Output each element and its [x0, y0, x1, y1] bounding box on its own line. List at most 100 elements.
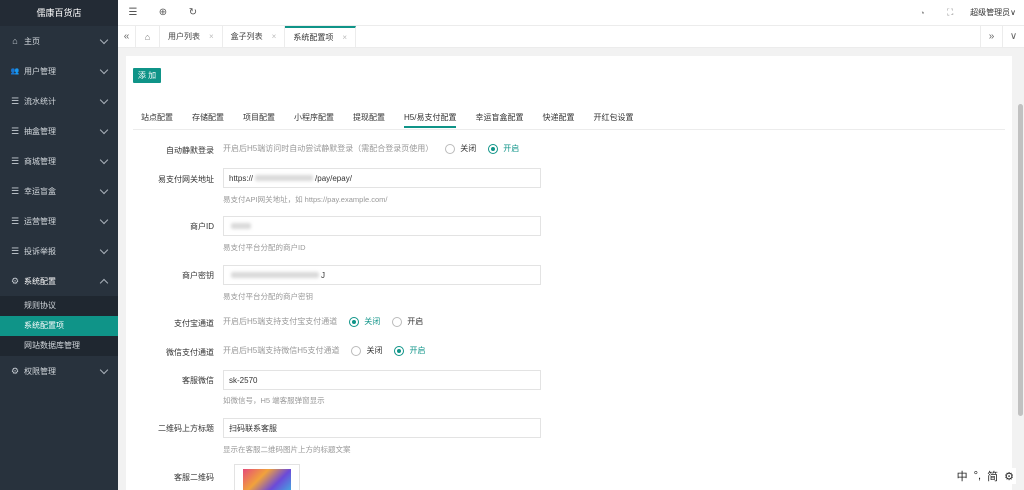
sidebar-item-box-manage[interactable]: ☰ 抽盒管理: [0, 116, 118, 146]
alipay-group: 开启后H5端支持支付宝支付通道 关闭 开启: [223, 316, 423, 327]
ime-punctuation[interactable]: °,: [974, 470, 981, 482]
sidebar-item-home[interactable]: ⌂ 主页: [0, 26, 118, 56]
users-icon: 👥: [10, 68, 20, 75]
radio-label: 关闭: [364, 317, 381, 326]
ime-settings-icon[interactable]: ⚙: [1004, 470, 1014, 483]
top-bar: ☰ ⊕ ↻ ◔ ⛶ 超级管理员∨: [118, 0, 1024, 26]
sidebar-item-system-config[interactable]: ⚙ 系统配置: [0, 266, 118, 296]
tab-box-list[interactable]: 盒子列表 ×: [223, 26, 286, 47]
sidebar-item-operations[interactable]: ☰ 运营管理: [0, 206, 118, 236]
scrollbar-thumb[interactable]: [1018, 104, 1023, 416]
sidebar-item-label: 商城管理: [24, 156, 56, 166]
sidebar-item-lucky-box[interactable]: ☰ 幸运盲盒: [0, 176, 118, 206]
radio-circle: [394, 345, 405, 356]
service-wechat-input[interactable]: sk-2570: [223, 370, 541, 390]
radio-label: 开启: [409, 346, 426, 355]
home-tab-icon[interactable]: ⌂: [136, 26, 160, 47]
sidebar-item-complaints[interactable]: ☰ 投诉举报: [0, 236, 118, 266]
redacted-text: [231, 223, 251, 229]
auto-login-desc: 开启后H5端访问时自动尝试静默登录（需配合登录页使用）: [223, 144, 434, 153]
gateway-hint: 易支付API网关地址，如 https://pay.example.com/: [223, 195, 388, 204]
tabs-scroll-right-icon[interactable]: »: [980, 26, 1002, 47]
user-menu[interactable]: 超级管理员∨: [970, 7, 1016, 18]
add-button[interactable]: 添 加: [133, 68, 161, 83]
close-icon[interactable]: ×: [209, 32, 214, 41]
sidebar-item-label: 投诉举报: [24, 246, 56, 256]
ime-simplified[interactable]: 简: [987, 468, 998, 484]
subtab-h5-epay[interactable]: H5/易支付配置: [404, 108, 457, 128]
list-icon: ☰: [10, 95, 20, 106]
subtab-site[interactable]: 站点配置: [141, 108, 173, 128]
sidebar-item-label: 系统配置: [24, 276, 56, 286]
sidebar-subitem-database[interactable]: 网站数据库管理: [0, 336, 118, 356]
merchant-id-hint: 易支付平台分配的商户ID: [223, 243, 306, 252]
chevron-down-icon: [99, 186, 109, 196]
subtab-project[interactable]: 项目配置: [243, 108, 275, 128]
tabs-dropdown-icon[interactable]: ∨: [1002, 26, 1024, 47]
tab-user-list[interactable]: 用户列表 ×: [160, 26, 223, 47]
qr-code-label: 客服二维码: [174, 473, 214, 482]
sidebar-item-label: 运营管理: [24, 216, 56, 226]
sidebar-item-permissions[interactable]: ⚙ 权限管理: [0, 356, 118, 386]
wechat-pay-off-radio[interactable]: 关闭: [351, 345, 382, 356]
chevron-up-icon: [99, 276, 109, 286]
qr-title-hint: 显示在客服二维码图片上方的标题文案: [223, 445, 351, 454]
radio-circle: [445, 143, 456, 154]
fullscreen-icon[interactable]: ⛶: [936, 7, 964, 18]
globe-icon[interactable]: ⊕: [148, 7, 178, 18]
auto-login-group: 开启后H5端访问时自动尝试静默登录（需配合登录页使用） 关闭 开启: [223, 143, 519, 154]
close-icon[interactable]: ×: [272, 32, 277, 41]
menu-toggle-icon[interactable]: ☰: [118, 7, 148, 18]
chevron-down-icon: [99, 66, 109, 76]
wechat-pay-on-radio[interactable]: 开启: [394, 345, 425, 356]
alipay-label: 支付宝通道: [174, 319, 214, 328]
tabs-spacer: [356, 26, 980, 47]
qr-title-input[interactable]: 扫码联系客服: [223, 418, 541, 438]
sidebar-item-flow-stats[interactable]: ☰ 流水统计: [0, 86, 118, 116]
subtab-lucky-box[interactable]: 幸运盲盒配置: [475, 108, 523, 128]
home-icon: ⌂: [12, 36, 18, 46]
merchant-id-input[interactable]: [223, 216, 541, 236]
brand-title: 儒康百货店: [0, 0, 118, 26]
subtab-express[interactable]: 快递配置: [542, 108, 574, 128]
auto-login-on-radio[interactable]: 开启: [488, 143, 519, 154]
sidebar-item-mall[interactable]: ☰ 商城管理: [0, 146, 118, 176]
chevron-down-icon: [99, 216, 109, 226]
radio-label: 关闭: [460, 144, 477, 153]
subtab-withdraw[interactable]: 提现配置: [353, 108, 385, 128]
wechat-pay-group: 开启后H5端支持微信H5支付通道 关闭 开启: [223, 345, 425, 356]
subtab-storage[interactable]: 存储配置: [192, 108, 224, 128]
chevron-down-icon: [99, 366, 109, 376]
sidebar: 儒康百货店 ⌂ 主页 👥 用户管理 ☰ 流水统计 ☰ 抽盒管理 ☰ 商城管理 ☰…: [0, 0, 118, 490]
sidebar-item-label: 流水统计: [24, 96, 56, 106]
sidebar-subitem-rules[interactable]: 规则协议: [0, 296, 118, 316]
sidebar-item-users[interactable]: 👥 用户管理: [0, 56, 118, 86]
gateway-input[interactable]: https:// /pay/epay/: [223, 168, 541, 188]
subtab-red-packet[interactable]: 开红包设置: [593, 108, 633, 128]
ime-chinese[interactable]: 中: [957, 468, 968, 484]
tab-label: 系统配置项: [293, 33, 334, 42]
service-wechat-value: sk-2570: [229, 375, 258, 385]
config-subtabs: 站点配置 存储配置 项目配置 小程序配置 提现配置 H5/易支付配置 幸运盲盒配…: [141, 108, 652, 128]
qr-code-upload[interactable]: [234, 464, 300, 490]
refresh-icon[interactable]: ↻: [178, 7, 208, 18]
sidebar-item-label: 用户管理: [24, 66, 56, 76]
top-bar-right: ◔ ⛶ 超级管理员∨: [908, 7, 1024, 18]
close-icon[interactable]: ×: [342, 33, 347, 42]
radio-label: 关闭: [366, 346, 383, 355]
sidebar-item-label: 主页: [24, 36, 40, 46]
tabs-scroll-left-icon[interactable]: «: [118, 26, 136, 47]
alipay-on-radio[interactable]: 开启: [392, 316, 423, 327]
radio-circle: [351, 345, 362, 356]
scrollbar[interactable]: [1017, 48, 1024, 490]
tab-system-config-items[interactable]: 系统配置项 ×: [285, 26, 357, 47]
sidebar-subitem-system-config-items[interactable]: 系统配置项: [0, 316, 118, 336]
alipay-off-radio[interactable]: 关闭: [349, 316, 380, 327]
chevron-down-icon: [99, 36, 109, 46]
gear-icon: ⚙: [10, 275, 20, 286]
subtab-miniprogram[interactable]: 小程序配置: [294, 108, 334, 128]
radio-label: 开启: [503, 144, 520, 153]
auto-login-off-radio[interactable]: 关闭: [445, 143, 476, 154]
theme-icon[interactable]: ◔: [908, 8, 936, 18]
merchant-key-input[interactable]: J: [223, 265, 541, 285]
